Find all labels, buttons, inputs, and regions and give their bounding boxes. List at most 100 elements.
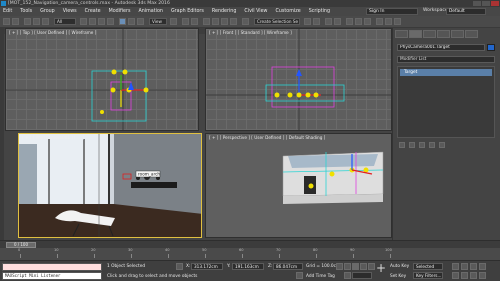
zoom-extents-all-icon[interactable] bbox=[479, 263, 486, 270]
play-icon[interactable] bbox=[352, 263, 359, 270]
make-unique-icon[interactable] bbox=[419, 142, 425, 148]
select-object-icon[interactable] bbox=[80, 18, 87, 25]
menu-graph-editors[interactable]: Graph Editors bbox=[171, 9, 204, 14]
utilities-tab-icon[interactable] bbox=[465, 30, 478, 38]
reference-coordinate-dropdown[interactable]: View bbox=[149, 18, 167, 25]
rotate-icon[interactable] bbox=[128, 18, 135, 25]
orbit-icon[interactable] bbox=[470, 272, 477, 279]
lock-selection-icon[interactable] bbox=[176, 263, 183, 270]
show-end-result-icon[interactable] bbox=[409, 142, 415, 148]
viewport-front[interactable]: [ + ] [ Front ] [ Standard ] [ Wireframe… bbox=[205, 28, 392, 131]
go-to-start-icon[interactable] bbox=[336, 263, 343, 270]
rendered-frame-window-icon[interactable] bbox=[385, 18, 392, 25]
hierarchy-tab-icon[interactable] bbox=[423, 30, 436, 38]
create-tab-icon[interactable] bbox=[395, 30, 408, 38]
motion-tab-icon[interactable] bbox=[437, 30, 450, 38]
render-production-icon[interactable] bbox=[394, 18, 401, 25]
percent-snap-icon[interactable] bbox=[221, 18, 228, 25]
viewport-camera[interactable]: room_arch [ + ] [ PhysCamera001 ] [ ... … bbox=[18, 133, 202, 238]
maxscript-listener-output[interactable]: MAXScript Mini Listener bbox=[2, 272, 102, 280]
window-crossing-icon[interactable] bbox=[107, 18, 114, 25]
select-manipulate-icon[interactable] bbox=[182, 18, 189, 25]
zoom-all-icon[interactable] bbox=[461, 263, 468, 270]
menu-rendering[interactable]: Rendering bbox=[212, 9, 237, 14]
minimize-button[interactable] bbox=[473, 1, 481, 6]
next-frame-icon[interactable] bbox=[360, 263, 367, 270]
bind-space-warp-icon[interactable] bbox=[42, 18, 49, 25]
viewport-perspective[interactable]: [ + ] [ Perspective ] [ User Defined ] [… bbox=[205, 133, 392, 238]
spinner-snap-icon[interactable] bbox=[230, 18, 237, 25]
menu-group[interactable]: Group bbox=[40, 9, 55, 14]
go-to-end-icon[interactable] bbox=[368, 263, 375, 270]
pivot-center-icon[interactable] bbox=[170, 18, 177, 25]
time-tag-icon[interactable] bbox=[296, 272, 303, 279]
x-coordinate-field[interactable]: 313.172cm bbox=[191, 263, 223, 270]
pin-stack-icon[interactable] bbox=[399, 142, 405, 148]
keyboard-shortcut-icon[interactable] bbox=[191, 18, 198, 25]
display-tab-icon[interactable] bbox=[451, 30, 464, 38]
snaps-toggle-icon[interactable] bbox=[203, 18, 210, 25]
scene-explorer-icon[interactable] bbox=[325, 18, 332, 25]
maxscript-listener-input[interactable] bbox=[2, 263, 102, 271]
undo-icon[interactable] bbox=[3, 18, 10, 25]
current-frame-field[interactable] bbox=[352, 272, 372, 279]
layer-explorer-icon[interactable] bbox=[334, 18, 341, 25]
maximize-viewport-icon[interactable] bbox=[479, 272, 486, 279]
configure-modifier-sets-icon[interactable] bbox=[439, 142, 445, 148]
maximize-button[interactable] bbox=[482, 1, 490, 6]
auto-key-mode-dropdown[interactable]: Selected bbox=[413, 263, 443, 270]
z-coordinate-field[interactable]: 86.047cm bbox=[273, 263, 303, 270]
y-coordinate-field[interactable]: 191.163cm bbox=[232, 263, 264, 270]
scale-icon[interactable] bbox=[137, 18, 144, 25]
remove-modifier-icon[interactable] bbox=[429, 142, 435, 148]
move-icon[interactable] bbox=[119, 18, 126, 25]
pan-view-icon[interactable] bbox=[461, 272, 468, 279]
redo-icon[interactable] bbox=[12, 18, 19, 25]
key-mode-toggle-icon[interactable] bbox=[344, 272, 351, 279]
key-filters-button[interactable]: Key Filters... bbox=[413, 272, 443, 279]
add-key-icon[interactable]: + bbox=[376, 262, 386, 274]
menu-civil-view[interactable]: Civil View bbox=[244, 9, 267, 14]
viewport-camera-label[interactable]: [ + ] [ PhysCamera001 ] [ ... ] bbox=[22, 135, 84, 140]
menu-create[interactable]: Create bbox=[85, 9, 101, 14]
modifier-list-dropdown[interactable]: Modifier List bbox=[397, 56, 495, 63]
modify-tab-icon[interactable] bbox=[409, 30, 422, 38]
menu-edit[interactable]: Edit bbox=[3, 9, 12, 14]
field-of-view-icon[interactable] bbox=[452, 272, 459, 279]
set-key-button[interactable]: Set Key bbox=[390, 274, 406, 279]
schematic-view-icon[interactable] bbox=[355, 18, 362, 25]
app-logo-icon[interactable] bbox=[1, 1, 6, 6]
sign-in-dropdown[interactable]: Sign In bbox=[366, 8, 418, 15]
select-by-name-icon[interactable] bbox=[89, 18, 96, 25]
curve-editor-icon[interactable] bbox=[346, 18, 353, 25]
object-name-field[interactable]: PhysCamera001.Target bbox=[397, 44, 485, 51]
selection-region-icon[interactable] bbox=[98, 18, 105, 25]
angle-snap-icon[interactable] bbox=[212, 18, 219, 25]
selection-filter-dropdown[interactable]: All bbox=[54, 18, 76, 25]
workspace-dropdown[interactable]: Default bbox=[446, 8, 486, 15]
menu-tools[interactable]: Tools bbox=[20, 9, 32, 14]
align-icon[interactable] bbox=[313, 18, 320, 25]
viewport-top[interactable]: [ + ] [ Top ] [ User Defined ] [ Wirefra… bbox=[5, 28, 199, 131]
zoom-extents-icon[interactable] bbox=[470, 263, 477, 270]
close-button[interactable] bbox=[491, 1, 499, 6]
mirror-icon[interactable] bbox=[304, 18, 311, 25]
previous-frame-icon[interactable] bbox=[344, 263, 351, 270]
menu-scripting[interactable]: Scripting bbox=[309, 9, 330, 14]
modifier-stack-item[interactable]: Target bbox=[400, 69, 492, 76]
zoom-icon[interactable] bbox=[452, 263, 459, 270]
trackbar[interactable]: 0 10 20 30 40 50 60 70 80 90 100 bbox=[0, 248, 500, 260]
named-selection-set-dropdown[interactable]: Create Selection Se bbox=[254, 18, 300, 25]
object-color-swatch[interactable] bbox=[487, 44, 495, 51]
render-setup-icon[interactable] bbox=[376, 18, 383, 25]
menu-customize[interactable]: Customize bbox=[276, 9, 301, 14]
add-time-tag-button[interactable]: Add Time Tag bbox=[306, 274, 335, 279]
unlink-icon[interactable] bbox=[33, 18, 40, 25]
menu-modifiers[interactable]: Modifiers bbox=[109, 9, 131, 14]
menu-animation[interactable]: Animation bbox=[138, 9, 162, 14]
edit-named-selection-icon[interactable] bbox=[242, 18, 249, 25]
time-slider[interactable]: 0 / 100 bbox=[0, 240, 500, 248]
menu-views[interactable]: Views bbox=[63, 9, 77, 14]
material-editor-icon[interactable] bbox=[364, 18, 371, 25]
link-icon[interactable] bbox=[24, 18, 31, 25]
